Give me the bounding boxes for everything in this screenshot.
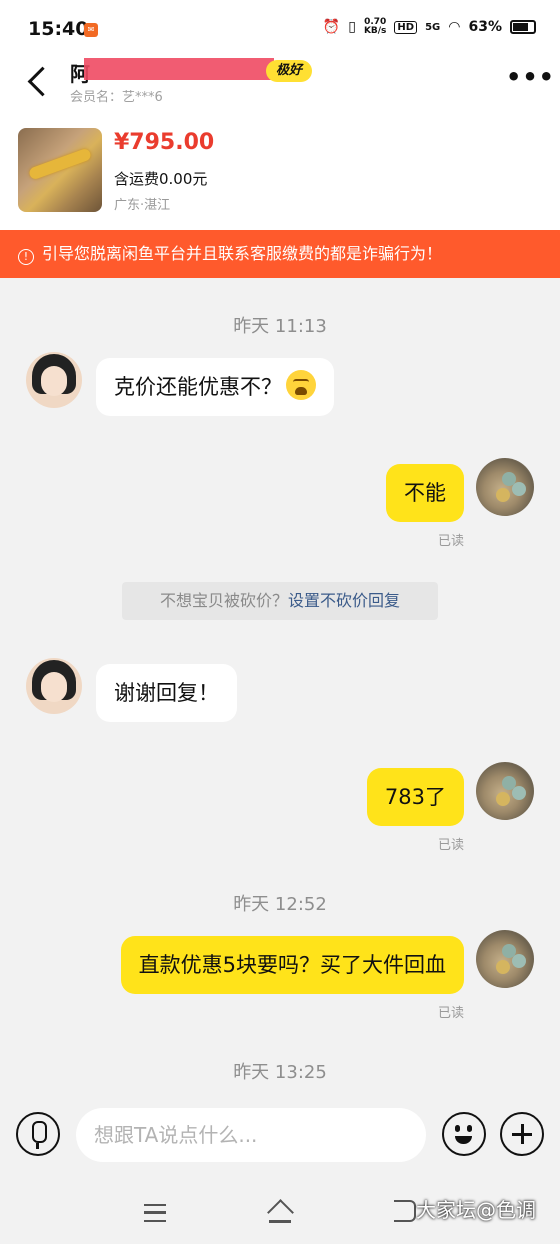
- system-nav-bar: 大家坛@色调: [0, 1186, 560, 1244]
- signal-label: 5G: [425, 21, 441, 33]
- back-nav-icon[interactable]: [394, 1200, 416, 1222]
- status-icons: ⏰ ▯ 0.70 KB/s HD 5G ◠ 63%: [323, 18, 536, 36]
- message-bubble-incoming[interactable]: 克价还能优惠不？: [96, 358, 334, 416]
- crying-emoji-icon: [286, 370, 316, 400]
- message-text: 克价还能优惠不？: [114, 375, 282, 399]
- message-bubble-outgoing[interactable]: 不能: [386, 464, 464, 522]
- message-bubble-outgoing[interactable]: 直款优惠5块要吗？买了大件回血: [120, 936, 464, 994]
- credit-badge: 极好: [266, 60, 313, 82]
- message-text: 直款优惠5块要吗？买了大件回血: [138, 953, 446, 977]
- battery-percent: 63%: [468, 19, 502, 35]
- plus-icon[interactable]: [500, 1112, 544, 1156]
- product-card[interactable]: ¥795.00 含运费0.00元 广东·湛江: [0, 108, 560, 230]
- message-text: 783了: [384, 785, 446, 809]
- timestamp: 昨天 11:13: [233, 316, 327, 337]
- message-text: 不能: [404, 481, 446, 505]
- chat-header: 阿 极好 会员名：艺***6 •••: [0, 58, 560, 108]
- hd-badge: HD: [394, 20, 418, 34]
- wifi-icon: ◠: [448, 19, 461, 35]
- product-image[interactable]: [18, 128, 102, 212]
- no-bargain-reply-link[interactable]: 设置不砍价回复: [288, 591, 400, 610]
- seller-avatar[interactable]: [26, 352, 82, 408]
- timestamp: 昨天 13:25: [233, 1062, 327, 1083]
- seller-avatar[interactable]: [26, 658, 82, 714]
- vibrate-icon: ▯: [348, 19, 356, 35]
- read-receipt: 已读: [437, 838, 464, 853]
- back-icon[interactable]: [22, 62, 50, 98]
- battery-icon: [510, 20, 536, 34]
- read-receipt: 已读: [437, 534, 464, 549]
- alarm-icon: ⏰: [322, 19, 341, 35]
- warning-text: 引导您脱离闲鱼平台并且联系客服缴费的都是诈骗行为！: [42, 244, 443, 263]
- product-shipping: 含运费0.00元: [114, 170, 208, 188]
- user-avatar[interactable]: [476, 762, 534, 820]
- emoji-icon[interactable]: [442, 1112, 486, 1156]
- more-icon[interactable]: •••: [506, 65, 554, 90]
- chat-area[interactable]: 昨天 11:13 克价还能优惠不？ 不能 已读 不想宝贝被砍价？设置不砍价回复 …: [0, 278, 560, 1086]
- status-bar: 15:40 ✉ ⏰ ▯ 0.70 KB/s HD 5G ◠ 63%: [0, 0, 560, 58]
- message-text: 谢谢回复！: [114, 681, 219, 705]
- timestamp: 昨天 12:52: [233, 894, 327, 915]
- system-tip-text: 不想宝贝被砍价？: [159, 591, 288, 610]
- menu-icon[interactable]: [144, 1204, 166, 1222]
- redacted-name: [84, 58, 274, 80]
- warning-icon: !: [18, 249, 34, 265]
- fraud-warning-banner: ! 引导您脱离闲鱼平台并且联系客服缴费的都是诈骗行为！: [0, 230, 560, 278]
- message-input[interactable]: [76, 1108, 426, 1162]
- app-notification-icon: ✉: [84, 23, 98, 37]
- user-avatar[interactable]: [476, 458, 534, 516]
- product-location: 广东·湛江: [114, 198, 171, 213]
- watermark: 大家坛@色调: [416, 1198, 536, 1222]
- net-speed: 0.70 KB/s: [364, 18, 386, 36]
- message-input-bar: [0, 1086, 560, 1186]
- user-avatar[interactable]: [476, 930, 534, 988]
- product-price: ¥795.00: [114, 130, 215, 155]
- status-time: 15:40: [28, 18, 89, 40]
- system-tip: 不想宝贝被砍价？设置不砍价回复: [122, 582, 438, 620]
- home-icon[interactable]: [266, 1200, 294, 1224]
- mic-icon[interactable]: [16, 1112, 60, 1156]
- message-bubble-incoming[interactable]: 谢谢回复！: [96, 664, 237, 722]
- message-bubble-outgoing[interactable]: 783了: [366, 768, 464, 826]
- read-receipt: 已读: [437, 1006, 464, 1021]
- net-speed-unit: KB/s: [363, 26, 387, 36]
- member-name: 会员名：艺***6: [70, 90, 163, 105]
